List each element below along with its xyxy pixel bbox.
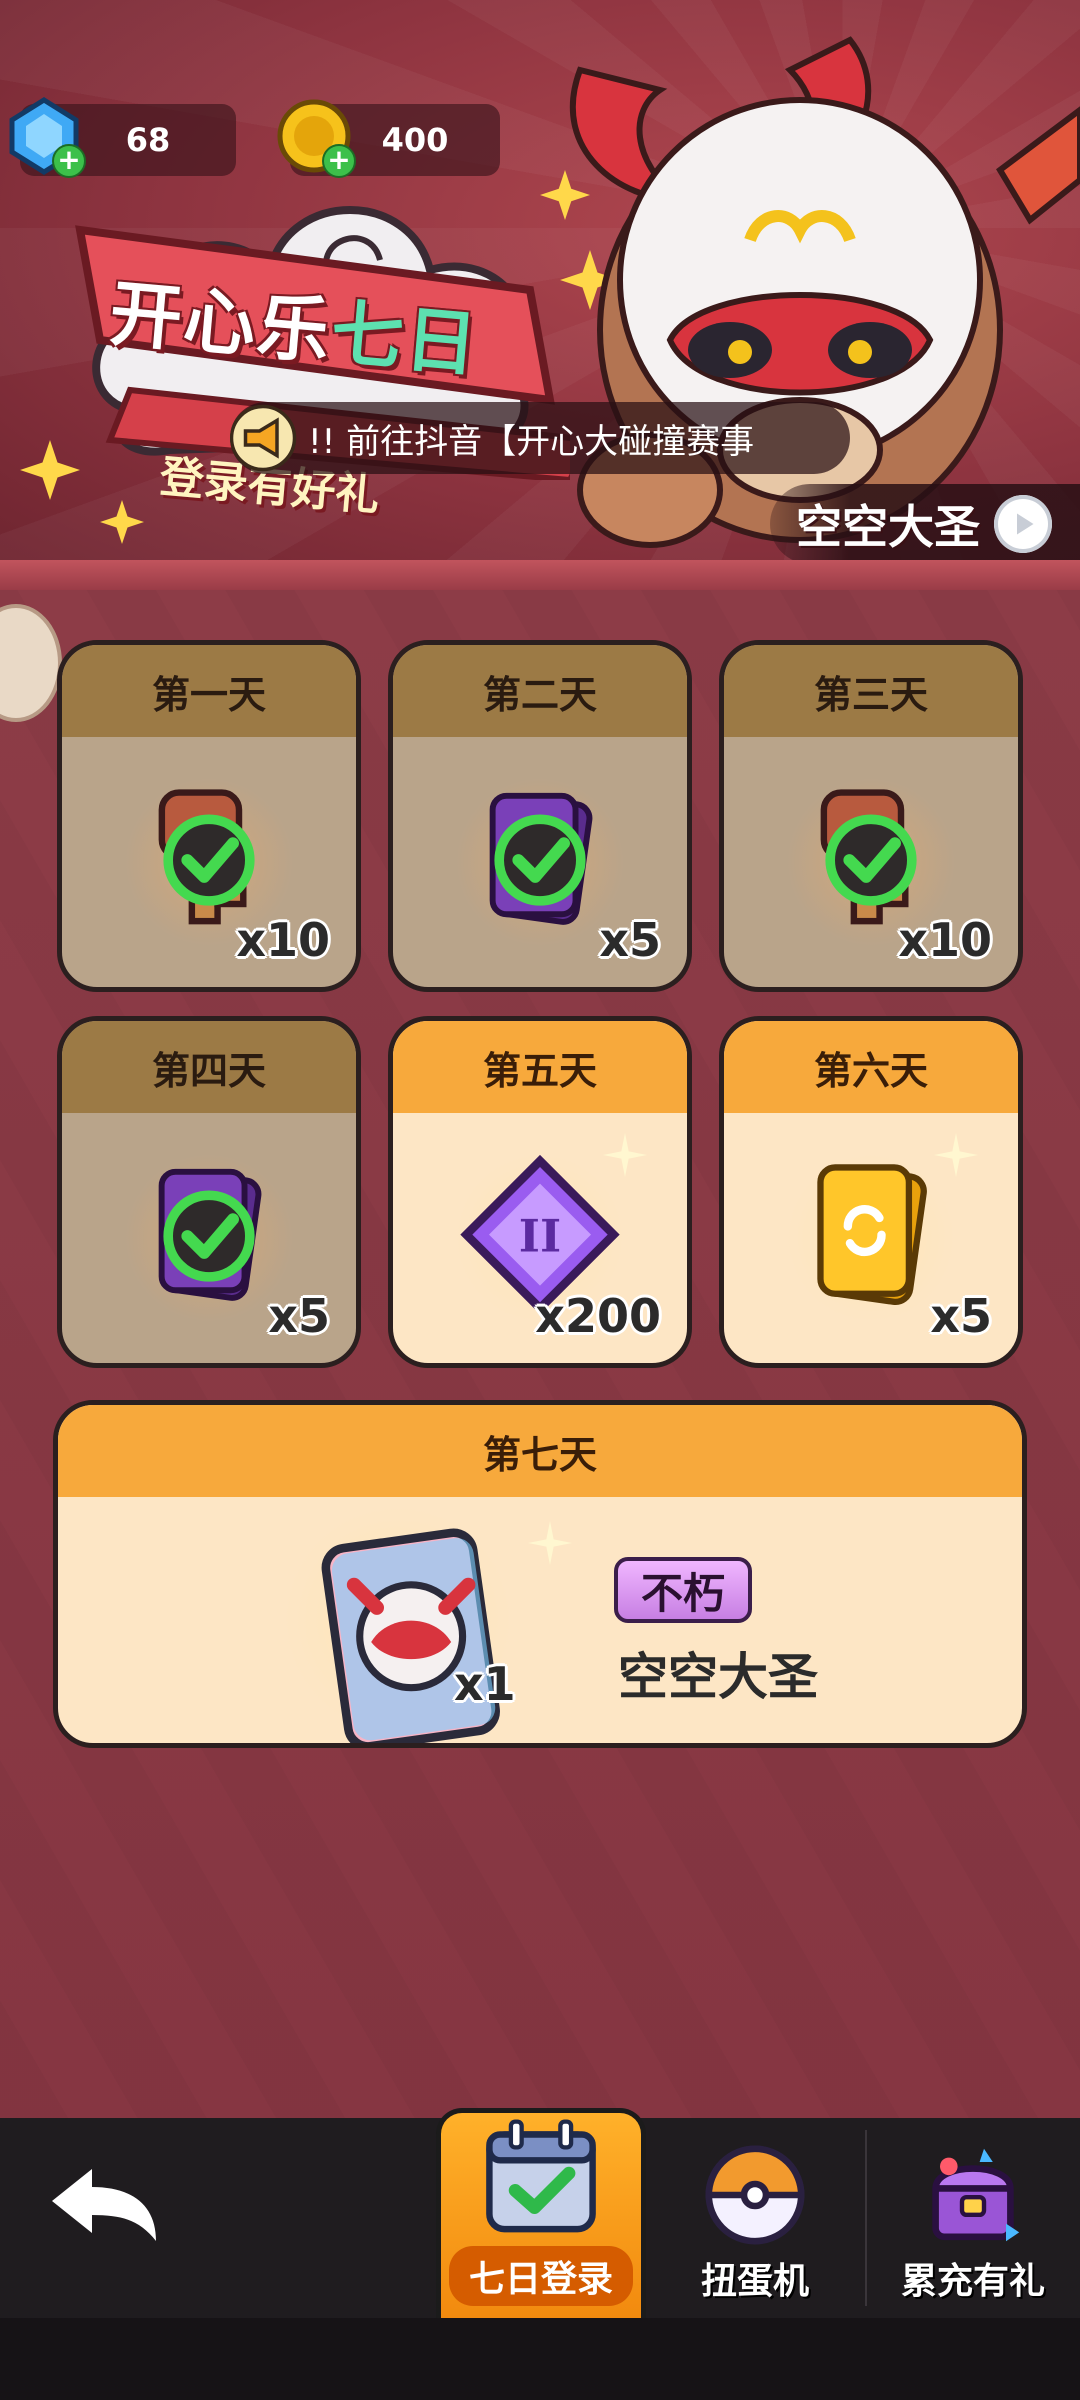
item-quantity: x5 — [599, 913, 661, 967]
item-quantity: x1 — [454, 1657, 516, 1711]
megaphone-icon — [230, 404, 297, 472]
item-quantity: x10 — [898, 913, 992, 967]
hero-preview-button[interactable]: 空空大圣 — [770, 484, 1080, 564]
item-quantity: x10 — [236, 913, 330, 967]
day-card-5[interactable]: 第五天 II x200 — [388, 1016, 692, 1368]
claimed-check-icon — [825, 814, 917, 906]
hero-card-icon — [321, 1528, 500, 1743]
sparkle-icon — [528, 1521, 572, 1565]
nav-divider — [865, 2130, 867, 2306]
coin-counter: + 400 — [277, 99, 500, 178]
notice-marquee[interactable]: !! 前往抖音【开心大碰撞赛事 — [230, 402, 850, 474]
day-card-6[interactable]: 第六天 x5 — [719, 1016, 1023, 1368]
notice-text: !! 前往抖音【开心大碰撞赛事 — [308, 421, 755, 462]
tab-label: 七日登录 — [448, 2246, 633, 2306]
rarity-badge: 不朽 — [614, 1557, 752, 1623]
day-card-3[interactable]: 第三天 x10 — [719, 640, 1023, 992]
hero-preview-label: 空空大圣 — [796, 500, 980, 554]
gem-counter: + 68 — [9, 97, 236, 178]
day-label: 第三天 — [724, 645, 1018, 737]
day-card-1[interactable]: 第一天 x10 — [57, 640, 361, 992]
sparkle-icon — [603, 1133, 647, 1177]
gold-refresh-card-icon — [817, 1164, 927, 1306]
day-label: 第四天 — [62, 1021, 356, 1113]
day-label: 第一天 — [62, 645, 356, 737]
star-icon — [20, 440, 80, 500]
claimed-check-icon — [163, 1190, 255, 1282]
play-icon — [994, 495, 1052, 553]
day-label: 第五天 — [393, 1021, 687, 1113]
hero-name: 空空大圣 — [618, 1648, 818, 1706]
tab-gacha-machine[interactable]: 扭蛋机 — [650, 2118, 860, 2318]
item-quantity: x200 — [535, 1289, 661, 1343]
tab-seven-day-login[interactable]: 七日登录 — [436, 2108, 646, 2318]
back-arrow-icon[interactable] — [44, 2160, 164, 2250]
claimed-check-icon — [494, 814, 586, 906]
day-card-2[interactable]: 第二天 x5 — [388, 640, 692, 992]
event-banner: 开心乐七日 登录有好礼 !! 前往抖音【开心大碰撞赛事 空空大圣 + 68 + … — [0, 0, 1080, 570]
svg-text:II: II — [519, 1209, 561, 1263]
day-card-7[interactable]: 第七天 x1 不朽 空空大圣 — [53, 1400, 1027, 1748]
day-label: 第六天 — [724, 1021, 1018, 1113]
gem-value: 68 — [125, 121, 171, 159]
day-label: 第二天 — [393, 645, 687, 737]
coin-value: 400 — [381, 121, 449, 159]
tab-recharge-rewards[interactable]: 累充有礼 — [868, 2118, 1078, 2318]
bottom-strip — [0, 2318, 1080, 2400]
sparkle-icon — [934, 1133, 978, 1177]
treasure-chest-icon — [932, 2148, 1020, 2242]
banner-divider — [0, 560, 1080, 593]
item-quantity: x5 — [268, 1289, 330, 1343]
claimed-check-icon — [163, 814, 255, 906]
day-label: 第七天 — [58, 1405, 1022, 1497]
tab-label: 累充有礼 — [900, 2261, 1045, 2302]
star-icon — [100, 500, 144, 544]
item-quantity: x5 — [930, 1289, 992, 1343]
tab-label: 扭蛋机 — [700, 2261, 809, 2302]
calendar-icon — [486, 2119, 596, 2233]
capsule-icon — [705, 2145, 805, 2245]
day-card-4[interactable]: 第四天 x5 — [57, 1016, 361, 1368]
